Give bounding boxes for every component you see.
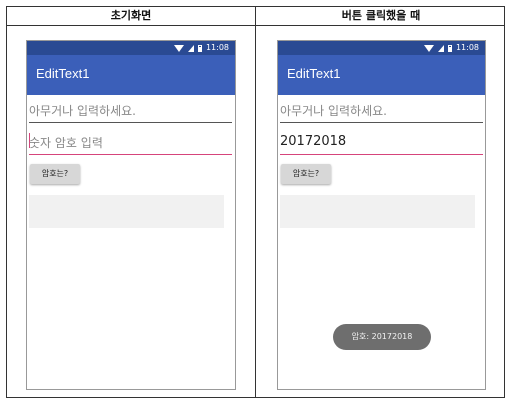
- text-input-underline: [280, 122, 483, 123]
- password-input-value: 20172018: [280, 134, 347, 149]
- password-input-field[interactable]: 20172018: [280, 129, 483, 155]
- empty-panel: [29, 195, 224, 228]
- text-input-placeholder: 아무거나 입력하세요.: [29, 104, 136, 118]
- wifi-icon: [423, 44, 434, 52]
- show-password-button[interactable]: 암호는?: [281, 164, 331, 184]
- column-divider: [255, 7, 256, 397]
- password-input-underline: [280, 154, 483, 155]
- text-input-field[interactable]: 아무거나 입력하세요.: [29, 97, 232, 123]
- phone-screen-initial: 11:08 EditText1 아무거나 입력하세요. 숫자 암호 입력 암호는…: [26, 40, 236, 390]
- header-initial-screen: 초기화면: [110, 9, 152, 22]
- app-toolbar: EditText1: [278, 55, 485, 95]
- phone-screen-after-click: 11:08 EditText1 아무거나 입력하세요. 20172018 암호는…: [277, 40, 486, 390]
- status-bar: 11:08: [278, 41, 485, 55]
- status-time: 11:08: [205, 43, 229, 52]
- empty-panel: [280, 195, 475, 228]
- status-bar: 11:08: [27, 41, 235, 55]
- signal-icon: [437, 44, 444, 52]
- text-input-underline: [29, 122, 232, 123]
- app-toolbar: EditText1: [27, 55, 235, 95]
- password-input-field[interactable]: 숫자 암호 입력: [29, 129, 232, 155]
- text-input-placeholder: 아무거나 입력하세요.: [280, 104, 387, 118]
- text-input-field[interactable]: 아무거나 입력하세요.: [280, 97, 483, 123]
- show-password-button[interactable]: 암호는?: [30, 164, 80, 184]
- password-input-placeholder: 숫자 암호 입력: [29, 136, 103, 150]
- battery-icon: [447, 44, 452, 52]
- status-time: 11:08: [455, 43, 479, 52]
- wifi-icon: [173, 44, 184, 52]
- toast-message: 암호: 20172018: [333, 324, 431, 350]
- password-input-underline: [29, 154, 232, 155]
- signal-icon: [187, 44, 194, 52]
- app-title: EditText1: [287, 66, 341, 81]
- battery-icon: [197, 44, 202, 52]
- app-title: EditText1: [36, 66, 90, 81]
- header-after-click: 버튼 클릭했을 때: [341, 9, 421, 22]
